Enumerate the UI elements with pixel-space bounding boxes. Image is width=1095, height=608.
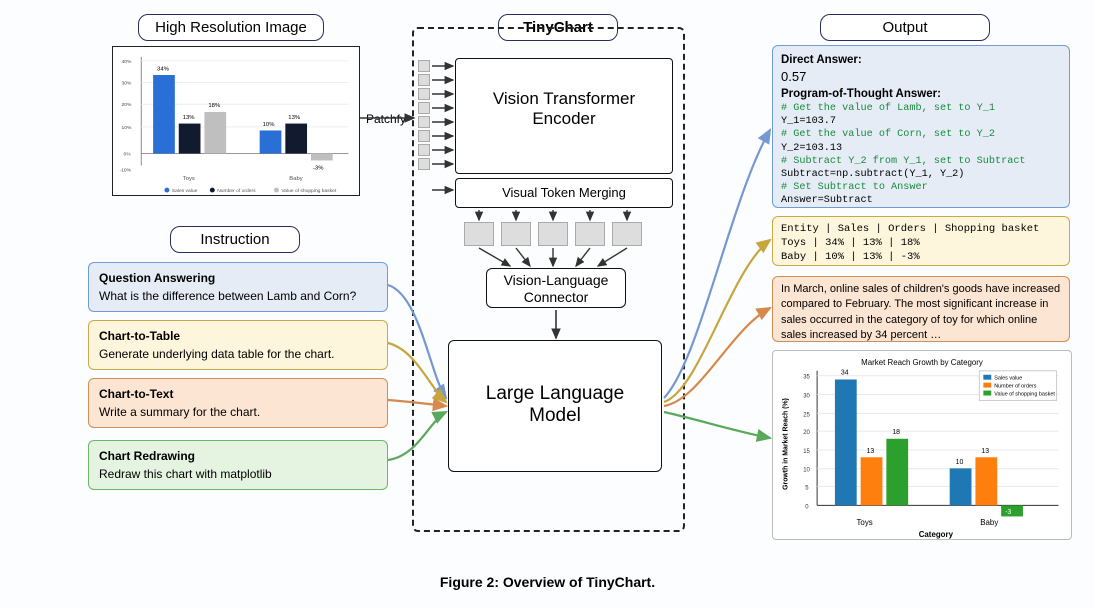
svg-text:35: 35 — [803, 375, 810, 381]
svg-text:34%: 34% — [157, 67, 170, 73]
direct-answer-label: Direct Answer: — [781, 52, 1061, 68]
svg-text:Sales value: Sales value — [994, 376, 1022, 382]
output-table-block: Entity | Sales | Orders | Shopping baske… — [772, 216, 1070, 266]
output-text-block: In March, online sales of children's goo… — [772, 276, 1070, 342]
svg-text:13%: 13% — [183, 115, 196, 121]
svg-text:30%: 30% — [122, 80, 132, 86]
input-chart: 40% 30% 20% 10% 0% -10% 34% 13% 18% 10% … — [112, 46, 360, 196]
figure-caption: Figure 2: Overview of TinyChart. — [0, 574, 1095, 590]
svg-text:Category: Category — [919, 530, 954, 539]
instruction-ctxt-body: Write a summary for the chart. — [99, 403, 377, 421]
svg-text:10: 10 — [803, 468, 810, 474]
instruction-chart-to-table: Chart-to-Table Generate underlying data … — [88, 320, 388, 370]
svg-text:Growth in Market Reach (%): Growth in Market Reach (%) — [782, 398, 789, 490]
svg-text:13: 13 — [981, 448, 989, 455]
instruction-qa: Question Answering What is the differenc… — [88, 262, 388, 312]
svg-text:13%: 13% — [288, 115, 301, 121]
patchfy-label: Patchfy — [366, 112, 406, 126]
svg-text:Market Reach Growth by Categor: Market Reach Growth by Category — [861, 358, 983, 367]
svg-text:25: 25 — [803, 412, 810, 418]
svg-text:0: 0 — [805, 504, 809, 510]
svg-text:Toys: Toys — [856, 518, 872, 527]
output-chart: Market Reach Growth by Category 0 5 10 1… — [772, 350, 1072, 540]
svg-text:10%: 10% — [122, 125, 132, 131]
svg-text:20: 20 — [803, 430, 810, 436]
instruction-chart-redrawing: Chart Redrawing Redraw this chart with m… — [88, 440, 388, 490]
svg-text:Value of shopping basket: Value of shopping basket — [994, 392, 1055, 398]
merged-tokens-row — [464, 222, 642, 246]
pot-code: # Get the value of Lamb, set to Y_1 Y_1=… — [781, 102, 1061, 206]
large-language-model-box: Large Language Model — [448, 340, 662, 472]
svg-text:Baby: Baby — [289, 176, 303, 182]
instruction-crdr-title: Chart Redrawing — [99, 447, 377, 465]
high-resolution-image-label: High Resolution Image — [138, 14, 324, 41]
svg-text:34: 34 — [841, 370, 849, 377]
svg-text:20%: 20% — [122, 102, 132, 108]
vit-label: Vision Transformer Encoder — [493, 89, 635, 128]
svg-text:15: 15 — [803, 449, 810, 455]
vision-language-connector-box: Vision-Language Connector — [486, 268, 626, 308]
svg-text:Number of orders: Number of orders — [217, 188, 256, 194]
svg-text:Value of shopping basket: Value of shopping basket — [281, 188, 337, 194]
svg-text:0%: 0% — [124, 152, 132, 158]
instruction-ctxt-title: Chart-to-Text — [99, 385, 377, 403]
svg-text:Number of orders: Number of orders — [994, 384, 1037, 390]
vlc-label: Vision-Language Connector — [504, 272, 609, 305]
instruction-crdr-body: Redraw this chart with matplotlib — [99, 465, 377, 483]
svg-text:40%: 40% — [122, 59, 132, 65]
llm-label: Large Language Model — [486, 383, 624, 426]
svg-text:10: 10 — [956, 459, 964, 466]
direct-answer-value: 0.57 — [781, 68, 1061, 86]
svg-text:Sales value: Sales value — [172, 188, 198, 194]
instruction-qa-body: What is the difference between Lamb and … — [99, 287, 377, 305]
instruction-chart-to-text: Chart-to-Text Write a summary for the ch… — [88, 378, 388, 428]
pot-label: Program-of-Thought Answer: — [781, 86, 1061, 102]
instruction-ctbl-title: Chart-to-Table — [99, 327, 377, 345]
svg-text:Baby: Baby — [980, 518, 998, 527]
svg-text:18: 18 — [892, 429, 900, 436]
vision-transformer-encoder-box: Vision Transformer Encoder — [455, 58, 673, 174]
svg-text:18%: 18% — [208, 103, 221, 109]
visual-token-merging-box: Visual Token Merging — [455, 178, 673, 208]
output-direct-answer-block: Direct Answer: 0.57 Program-of-Thought A… — [772, 45, 1070, 208]
svg-text:5: 5 — [805, 486, 809, 492]
svg-text:13: 13 — [867, 448, 875, 455]
output-label: Output — [820, 14, 990, 41]
svg-text:-3: -3 — [1005, 509, 1011, 516]
instruction-qa-title: Question Answering — [99, 269, 377, 287]
svg-text:Toys: Toys — [183, 176, 195, 182]
instruction-label: Instruction — [170, 226, 300, 253]
svg-text:-10%: -10% — [120, 167, 132, 173]
svg-text:-3%: -3% — [313, 165, 324, 171]
instruction-ctbl-body: Generate underlying data table for the c… — [99, 345, 377, 363]
svg-text:30: 30 — [803, 394, 810, 400]
patch-tokens-column — [418, 60, 430, 172]
svg-text:10%: 10% — [263, 122, 276, 128]
